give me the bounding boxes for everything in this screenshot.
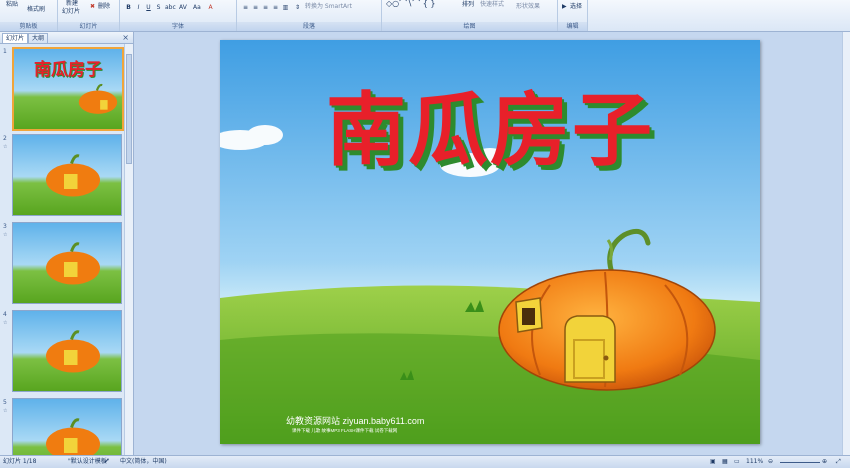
font-group: B I U S abc AV Aa A 字体 [120,0,237,31]
slide-sorter-icon[interactable]: ▦ [722,456,728,468]
slide-scrollbar[interactable] [842,32,850,455]
drawing-group-label: 绘图 [382,22,557,31]
quick-styles-button[interactable]: 快速样式 [480,1,504,9]
pumpkin-house-icon [46,242,100,285]
align-text-icon[interactable]: ⇕ [293,3,302,11]
change-case-button[interactable]: Aa [192,3,201,11]
slide-number: 3 [3,223,7,230]
editing-group-label: 编辑 [558,22,587,31]
footer-sub: 课件下载 儿歌 故事MP3 FLASH课件下载 试卷下载网 [292,428,398,433]
align-right-icon[interactable]: ≡ [261,3,270,11]
scrollbar-thumb[interactable] [126,54,132,164]
underline-button[interactable]: U [144,3,153,11]
shape-effects-button[interactable]: 形状效果 [516,3,540,11]
italic-button[interactable]: I [134,3,143,11]
slide-title[interactable]: 南瓜房子 [300,80,680,180]
drawing-group: ◇○⌒∖⌒ { } 排列 快速样式 形状效果 绘图 [382,0,558,31]
tab-slides[interactable]: 幻灯片 [2,33,29,43]
slide-number: 2 [3,135,7,142]
shadow-button[interactable]: S [154,3,163,11]
ribbon: 粘贴 格式刷 剪贴板 新建 幻灯片 ✖ 删除 幻灯片 B I U S abc A… [0,0,850,32]
language-indicator[interactable]: 中文(简体，中国) [120,456,167,468]
animation-icon: ☆ [3,232,8,238]
paragraph-group-label: 段落 [237,22,381,31]
slide-thumbnail-3[interactable] [12,222,122,304]
zoom-in-icon[interactable]: ⊕ [822,456,827,468]
animation-icon: ☆ [3,144,8,150]
thumb-title: 南瓜房子 [34,60,102,80]
pane-tabs: 幻灯片 大纲 × [0,32,133,44]
align-left-icon[interactable]: ≡ [241,3,250,11]
spacing-button[interactable]: AV [178,3,187,11]
slide-number: 4 [3,311,7,318]
format-painter-button[interactable]: 格式刷 [27,6,45,14]
slides-group-label: 幻灯片 [58,22,119,31]
select-icon: ▶ [562,3,567,10]
paragraph-group: ≡ ≡ ≡ ≡ ▥ ⇕ 转换为 SmartArt 段落 [237,0,382,31]
zoom-level[interactable]: 111% [746,456,763,468]
fit-window-icon[interactable]: ⤢ [836,456,841,468]
clipboard-group-label: 剪贴板 [0,22,57,31]
animation-icon: ☆ [3,320,8,326]
slide-thumbnail-2[interactable] [12,134,122,216]
thumbnail-list: 1 南瓜房子 2 ☆ 3 ☆ 4 ☆ 5 ☆ [0,44,124,455]
tab-outline[interactable]: 大纲 [28,33,49,43]
zoom-slider[interactable] [780,462,820,463]
bold-button[interactable]: B [124,3,133,11]
delete-icon: ✖ [90,3,96,10]
delete-button[interactable]: 删除 [98,3,110,11]
slide-thumbnail-5[interactable] [12,398,122,455]
pumpkin-house-icon [46,330,100,373]
slide-number: 1 [3,48,7,55]
footer-site: 幼教资源网站 ziyuan.baby611.com [286,416,425,426]
animation-icon: ☆ [3,408,8,414]
slides-pane: 幻灯片 大纲 × 1 南瓜房子 2 ☆ 3 ☆ 4 ☆ 5 ☆ [0,32,134,455]
paste-button[interactable]: 粘贴 [6,1,18,9]
close-icon[interactable]: × [122,32,129,43]
pumpkin-house-icon [46,418,100,455]
columns-icon[interactable]: ▥ [281,3,290,11]
pumpkin-house-icon [46,154,100,197]
spellcheck-icon[interactable]: ✔ [104,456,109,468]
slide-editor: 南瓜房子 幼教资源网站 ziyuan.baby611.com 课件下载 儿歌 故… [134,32,842,455]
align-center-icon[interactable]: ≡ [251,3,260,11]
arrange-button[interactable]: 排列 [462,1,474,9]
zoom-out-icon[interactable]: ⊖ [768,456,773,468]
slide-number: 5 [3,399,7,406]
slide-counter: 幻灯片 1/18 [3,458,37,465]
smartart-button[interactable]: 转换为 SmartArt [305,3,352,11]
pumpkin-house-icon [78,83,118,114]
slides-group: 新建 幻灯片 ✖ 删除 幻灯片 [58,0,120,31]
justify-icon[interactable]: ≡ [271,3,280,11]
slideshow-icon[interactable]: ▭ [734,456,740,468]
status-bar: 幻灯片 1/18 "默认设计模板" ✔ 中文(简体，中国) ▣ ▦ ▭ 111%… [0,455,850,468]
slide-thumbnail-4[interactable] [12,310,122,392]
new-slide-label[interactable]: 幻灯片 [62,8,80,16]
font-color-button[interactable]: A [206,3,215,11]
strikethrough-button[interactable]: abc [164,3,176,11]
new-slide-button[interactable]: 新建 [66,0,78,8]
clipboard-group: 粘贴 格式刷 剪贴板 [0,0,58,31]
select-button[interactable]: 选择 [570,3,582,11]
thumbnail-scrollbar[interactable] [124,44,133,455]
shapes-gallery-icon[interactable]: ◇○⌒∖⌒ { } [386,0,436,8]
normal-view-icon[interactable]: ▣ [710,456,716,468]
slide-thumbnail-1[interactable]: 南瓜房子 [12,47,124,131]
editing-group: ▶ 选择 编辑 [558,0,588,31]
font-group-label: 字体 [120,22,236,31]
slide-canvas[interactable]: 南瓜房子 幼教资源网站 ziyuan.baby611.com 课件下载 儿歌 故… [220,40,760,444]
